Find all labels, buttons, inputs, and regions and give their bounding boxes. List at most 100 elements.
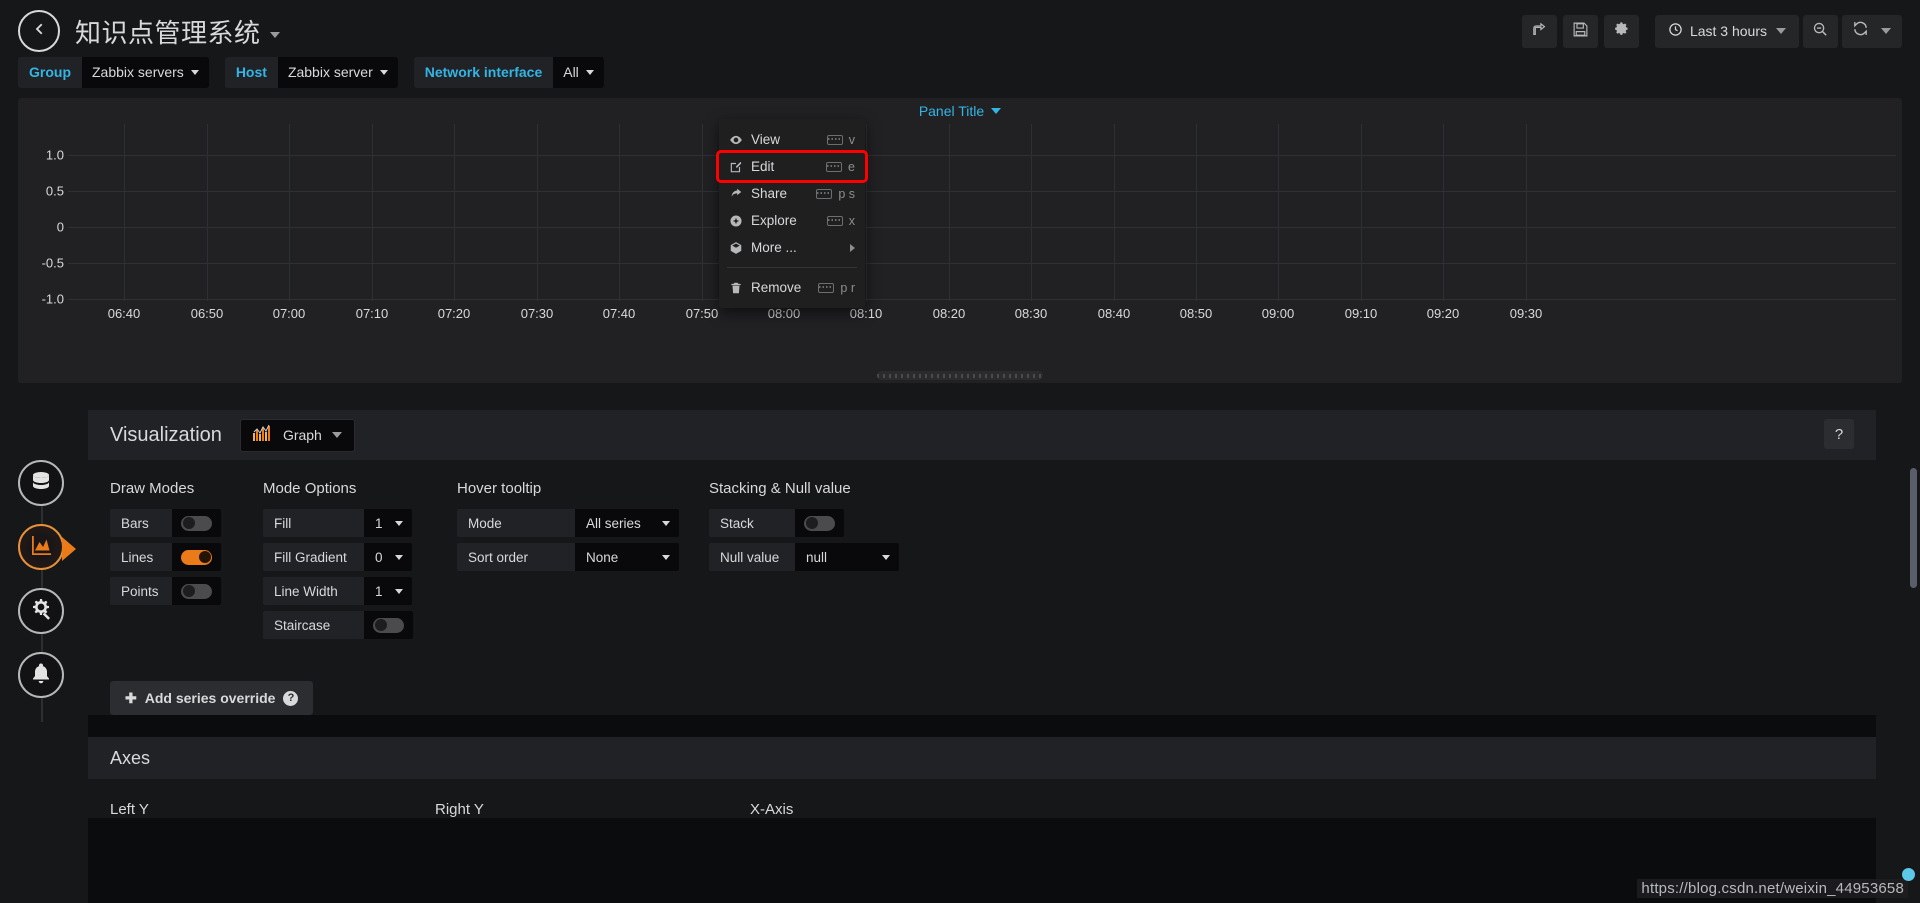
panel-plot-area[interactable]: 1.0 0.5 0 -0.5 -1.0 06:40 06:50 07:00 07… bbox=[18, 124, 1902, 360]
time-range-picker[interactable]: Last 3 hours bbox=[1654, 14, 1799, 48]
watermark-url: https://blog.csdn.net/weixin_44953658 bbox=[1637, 879, 1908, 898]
panel-menu-item-explore[interactable]: Explore x bbox=[719, 207, 865, 234]
option-control-lines[interactable] bbox=[172, 543, 221, 571]
sidebar-tab-alert[interactable] bbox=[18, 652, 64, 698]
variable-select-group[interactable]: Zabbix servers bbox=[82, 56, 209, 88]
graph-panel: Panel Title 1.0 0.5 0 -0.5 -1.0 06:40 06… bbox=[18, 98, 1902, 383]
option-label-staircase: Staircase bbox=[263, 611, 364, 639]
compass-icon bbox=[729, 214, 751, 228]
panel-resize-handle[interactable] bbox=[877, 371, 1043, 380]
draw-modes-title: Draw Modes bbox=[110, 480, 195, 497]
select-line-width[interactable]: 1 bbox=[364, 577, 412, 605]
x-axis-tick: 07:40 bbox=[602, 306, 636, 321]
variable-value-text: Zabbix server bbox=[287, 64, 373, 80]
panel-menu-shortcut: e bbox=[826, 160, 855, 174]
sidebar-tab-general[interactable] bbox=[18, 588, 64, 634]
option-control-stack[interactable] bbox=[795, 509, 844, 537]
visualization-section-header: Visualization Graph ? bbox=[88, 410, 1876, 460]
sidebar-tab-queries[interactable] bbox=[18, 460, 64, 506]
axes-column-left-y: Left Y bbox=[110, 801, 149, 818]
toggle-points[interactable] bbox=[181, 583, 212, 599]
panel-menu-item-view[interactable]: View v bbox=[719, 126, 865, 153]
shortcut-key: p r bbox=[840, 280, 855, 295]
option-row-fill: Fill 1 bbox=[263, 509, 457, 537]
panel-menu-label: More ... bbox=[751, 240, 797, 255]
select-fill-gradient[interactable]: 0 bbox=[364, 543, 412, 571]
variable-value-text: All bbox=[563, 64, 579, 80]
panel-menu-item-more[interactable]: More ... bbox=[719, 234, 865, 261]
select-fill[interactable]: 1 bbox=[364, 509, 412, 537]
panel-menu-label: View bbox=[751, 132, 781, 147]
toggle-staircase[interactable] bbox=[373, 617, 404, 633]
axes-column-x-axis: X-Axis bbox=[750, 801, 794, 818]
sidebar-tab-visualization[interactable] bbox=[18, 524, 76, 570]
panel-title-menu-toggle[interactable]: Panel Title bbox=[919, 103, 1002, 119]
x-axis-tick: 07:10 bbox=[355, 306, 389, 321]
select-tooltip-mode[interactable]: All series bbox=[575, 509, 679, 537]
back-button[interactable] bbox=[18, 10, 60, 52]
option-label-lines: Lines bbox=[110, 543, 172, 571]
share-dashboard-button[interactable] bbox=[1521, 14, 1557, 48]
refresh-interval-dropdown[interactable] bbox=[1879, 15, 1902, 48]
chevron-down-icon bbox=[379, 69, 388, 75]
option-row-tooltip-mode: Mode All series bbox=[457, 509, 709, 537]
option-control-staircase[interactable] bbox=[364, 611, 413, 639]
refresh-control bbox=[1842, 14, 1902, 48]
x-axis-tick: 08:10 bbox=[849, 306, 883, 321]
variable-label-host: Host bbox=[224, 56, 278, 88]
refresh-button[interactable] bbox=[1842, 15, 1879, 48]
time-controls: Last 3 hours bbox=[1654, 14, 1902, 48]
option-label-stack: Stack bbox=[709, 509, 795, 537]
option-row-lines: Lines bbox=[110, 543, 263, 571]
y-axis-tick: 0 bbox=[56, 219, 64, 235]
select-sort-order[interactable]: None bbox=[575, 543, 679, 571]
panel-menu-item-edit[interactable]: Edit e bbox=[716, 150, 868, 183]
trash-icon bbox=[729, 281, 751, 295]
x-axis-tick: 08:00 bbox=[767, 306, 801, 321]
dashboard-settings-button[interactable] bbox=[1603, 14, 1639, 48]
axes-title: Axes bbox=[110, 747, 151, 768]
save-dashboard-button[interactable] bbox=[1562, 14, 1598, 48]
axes-columns: Left Y Right Y X-Axis bbox=[88, 779, 1876, 818]
template-variable-network-interface: Network interface All bbox=[413, 56, 604, 88]
draw-modes-column: Draw Modes Bars Lines Points bbox=[110, 480, 263, 645]
option-label-null-value: Null value bbox=[709, 543, 795, 571]
panel-edit-sidebar bbox=[18, 460, 76, 740]
area-chart-icon bbox=[29, 533, 53, 562]
variable-value-text: Zabbix servers bbox=[92, 64, 184, 80]
toggle-stack[interactable] bbox=[804, 515, 835, 531]
add-series-override-button[interactable]: ✚ Add series override ? bbox=[110, 681, 314, 715]
keyboard-icon bbox=[826, 134, 843, 145]
panel-menu-label: Explore bbox=[751, 213, 797, 228]
grafana-dashboard-edit-page: 知识点管理系统 Last 3 hours Group Zabbix server… bbox=[0, 0, 1920, 903]
option-control-points[interactable] bbox=[172, 577, 221, 605]
option-row-line-width: Line Width 1 bbox=[263, 577, 457, 605]
gear-wrench-icon bbox=[29, 597, 53, 626]
help-circle-icon[interactable]: ? bbox=[283, 690, 299, 706]
dashboard-title[interactable]: 知识点管理系统 bbox=[75, 13, 280, 50]
chevron-down-icon bbox=[991, 108, 1002, 114]
page-scrollbar[interactable] bbox=[1910, 468, 1917, 588]
option-control-bars[interactable] bbox=[172, 509, 221, 537]
mode-options-title: Mode Options bbox=[263, 480, 357, 497]
keyboard-icon bbox=[826, 215, 843, 226]
x-axis-tick: 06:50 bbox=[190, 306, 224, 321]
zoom-out-button[interactable] bbox=[1803, 14, 1838, 48]
variable-label-network-interface: Network interface bbox=[413, 56, 554, 88]
gear-icon bbox=[1613, 21, 1630, 41]
visualization-help-button[interactable]: ? bbox=[1824, 419, 1854, 449]
variable-select-network-interface[interactable]: All bbox=[553, 56, 604, 88]
toggle-bars[interactable] bbox=[181, 515, 212, 531]
share-icon bbox=[1531, 21, 1548, 41]
search-minus-icon bbox=[1812, 21, 1829, 41]
panel-menu-item-remove[interactable]: Remove p r bbox=[719, 274, 865, 301]
visualization-type-picker[interactable]: Graph bbox=[239, 418, 355, 452]
select-sort-order-value: None bbox=[586, 549, 619, 565]
mode-options-column: Mode Options Fill 1 Fill Gradient 0 Line… bbox=[263, 480, 457, 645]
y-axis-tick: 0.5 bbox=[45, 183, 64, 199]
panel-menu-item-share[interactable]: Share p s bbox=[719, 180, 865, 207]
variable-select-host[interactable]: Zabbix server bbox=[277, 56, 398, 88]
select-null-value[interactable]: null bbox=[795, 543, 899, 571]
toggle-lines[interactable] bbox=[181, 549, 212, 565]
option-row-points: Points bbox=[110, 577, 263, 605]
